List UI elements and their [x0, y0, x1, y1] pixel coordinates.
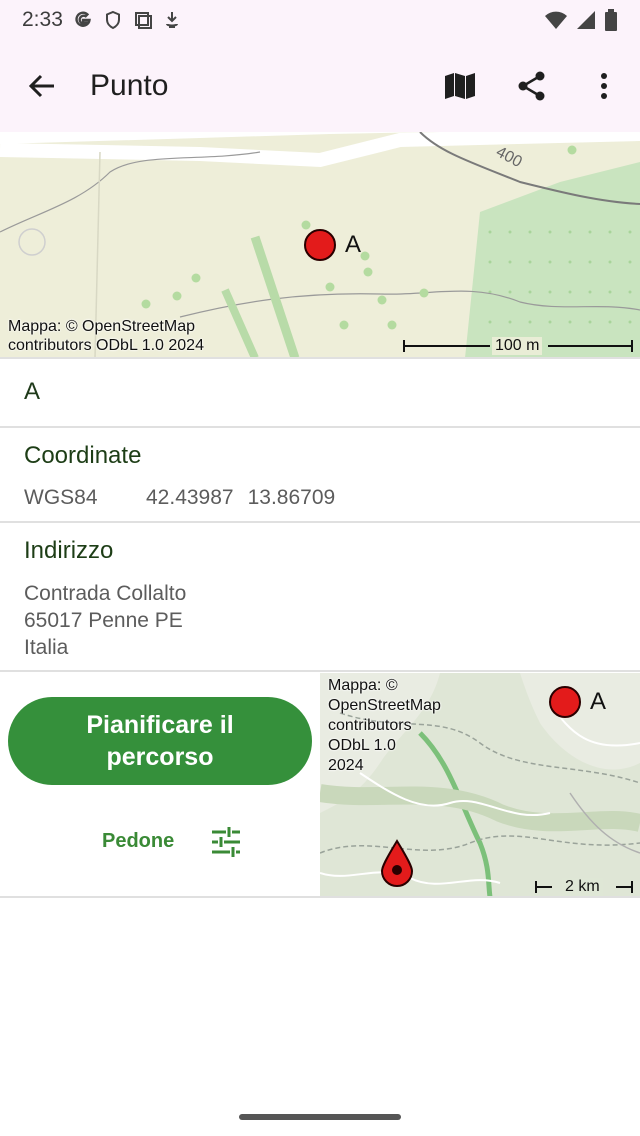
- arrow-back-icon: [28, 74, 54, 98]
- address-text[interactable]: Contrada Collalto 65017 Penne PE Italia: [24, 580, 186, 661]
- coordinate-system: WGS84: [24, 486, 98, 509]
- status-time: 2:33: [22, 8, 63, 31]
- map-attribution: Mappa: © OpenStreetMap contributors ODbL…: [8, 318, 204, 354]
- more-vert-icon: [601, 73, 607, 99]
- back-button[interactable]: [0, 40, 84, 132]
- coordinate-longitude: 13.86709: [247, 486, 336, 509]
- signal-icon: [577, 11, 595, 29]
- travel-mode-label[interactable]: Pedone: [102, 830, 174, 853]
- battery-icon: [605, 9, 617, 31]
- google-icon: [75, 11, 91, 27]
- map-scale-label: 100 m: [492, 337, 543, 355]
- screenshot-icon: [134, 12, 152, 29]
- overview-scale-label: 2 km: [562, 878, 603, 896]
- divider: [0, 670, 640, 672]
- divider: [0, 521, 640, 523]
- more-options-button[interactable]: [568, 40, 640, 132]
- status-bar: 2:33: [0, 0, 640, 40]
- location-download-icon: [165, 12, 178, 28]
- overview-map-attribution: Mappa: © OpenStreetMap contributors ODbL…: [328, 677, 441, 774]
- app-bar: Punto: [0, 40, 640, 132]
- coordinates-value[interactable]: WGS84 42.43987 13.86709: [24, 486, 335, 510]
- point-name[interactable]: A: [24, 378, 40, 406]
- coordinate-latitude: 42.43987: [146, 486, 234, 509]
- tune-icon[interactable]: [208, 824, 244, 860]
- divider: [0, 896, 640, 898]
- app-bar-actions: [424, 40, 640, 132]
- divider: [0, 426, 640, 428]
- point-map[interactable]: A 400 Mappa: © OpenStreetMap contributor…: [0, 132, 640, 358]
- map-marker-label: A: [345, 231, 361, 258]
- map-button[interactable]: [424, 40, 496, 132]
- overview-marker-label: A: [590, 688, 606, 715]
- address-title: Indirizzo: [24, 537, 114, 564]
- coordinates-title: Coordinate: [24, 442, 142, 469]
- page-title: Punto: [90, 69, 169, 102]
- wifi-icon: [545, 11, 567, 29]
- shield-icon: [105, 10, 120, 30]
- divider: [0, 357, 640, 359]
- status-notification-icons: [73, 10, 181, 30]
- overview-map[interactable]: A Mappa: © OpenStreetMap contributors OD…: [320, 673, 640, 897]
- share-icon: [518, 71, 545, 101]
- plan-route-button[interactable]: Pianificare il percorso: [8, 697, 312, 785]
- share-button[interactable]: [496, 40, 568, 132]
- status-system-icons: [544, 9, 618, 31]
- home-indicator[interactable]: [239, 1114, 401, 1120]
- map-icon: [445, 73, 475, 99]
